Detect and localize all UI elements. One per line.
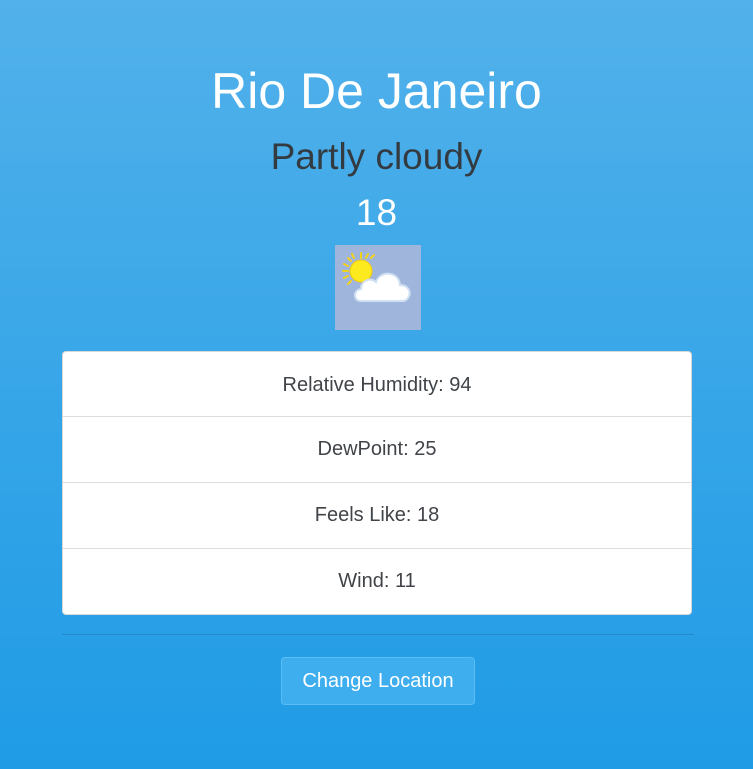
- weather-details-list: Relative Humidity: 94 DewPoint: 25 Feels…: [62, 351, 692, 615]
- detail-feels-like: Feels Like: 18: [63, 482, 691, 548]
- detail-wind: Wind: 11: [63, 548, 691, 614]
- detail-humidity: Relative Humidity: 94: [282, 374, 472, 396]
- partly-cloudy-icon: [335, 245, 421, 330]
- city-title: Rio De Janeiro: [211, 63, 542, 119]
- detail-dewpoint: DewPoint: 25: [63, 416, 691, 482]
- weather-condition: Partly cloudy: [270, 136, 483, 177]
- temperature: 18: [355, 192, 398, 233]
- divider: [62, 634, 694, 635]
- change-location-button[interactable]: Change Location: [281, 657, 475, 705]
